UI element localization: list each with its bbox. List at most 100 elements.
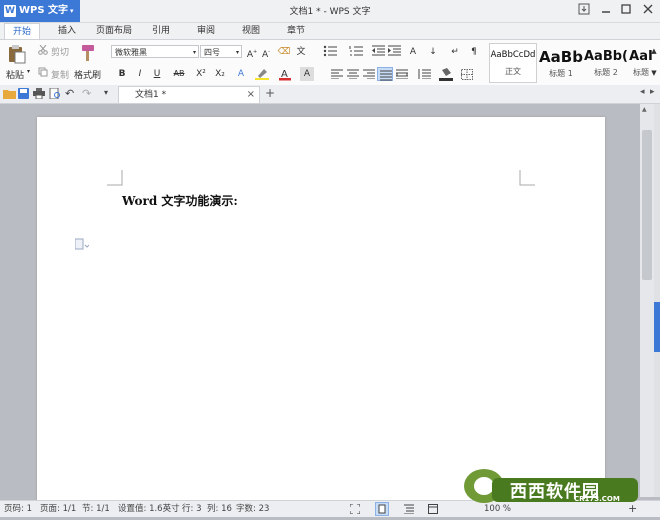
page-view-icon[interactable] (375, 502, 389, 516)
scrollbar-thumb[interactable] (642, 130, 652, 280)
new-tab-icon[interactable]: + (265, 86, 275, 100)
font-size-value: 四号 (204, 48, 220, 57)
pinyin-icon[interactable]: 文 (294, 45, 308, 59)
style-sample: AaBb (539, 48, 583, 66)
close-tab-icon[interactable]: × (247, 87, 255, 103)
document-tab-name: 文档1 * (135, 90, 167, 100)
clear-format-icon[interactable]: ⌫ (277, 45, 291, 59)
vertical-scrollbar[interactable]: ▲ (640, 104, 654, 497)
status-col: 列: 16 (207, 504, 232, 514)
char-shading-icon[interactable]: A (300, 67, 314, 81)
grow-font-icon[interactable]: A+ (245, 45, 259, 60)
increase-indent-icon[interactable] (387, 45, 401, 60)
distributed-align-icon[interactable] (396, 69, 408, 82)
tab-view[interactable]: 视图 (236, 23, 266, 39)
highlight-icon[interactable] (255, 68, 269, 80)
window-title: 文档1 * - WPS 文字 (289, 7, 371, 17)
document-page[interactable]: Word 文字功能演示: (37, 117, 605, 507)
chinese-layout-icon[interactable]: A (406, 45, 420, 59)
paste-button[interactable]: 粘贴 (6, 68, 24, 81)
margin-corner-top-left (107, 170, 123, 186)
document-heading[interactable]: Word 文字功能演示: (122, 192, 238, 209)
copy-icon[interactable] (38, 67, 48, 80)
align-left-icon[interactable] (331, 69, 343, 82)
cut-button[interactable]: 剪切 (51, 45, 69, 58)
web-view-icon[interactable] (428, 504, 438, 520)
tab-chapter[interactable]: 章节 (281, 23, 311, 39)
shading-icon[interactable] (439, 67, 453, 84)
tab-review[interactable]: 审阅 (191, 23, 221, 39)
scroll-down-icon[interactable]: ▼ (649, 66, 659, 80)
tab-scroll-left-icon[interactable]: ◂ (640, 87, 645, 97)
chevron-down-icon: ▾ (192, 49, 196, 56)
shrink-font-icon[interactable]: A- (259, 45, 273, 60)
line-spacing-icon[interactable] (417, 69, 431, 82)
restore-ribbon-icon[interactable] (576, 3, 592, 19)
italic-icon[interactable]: I (133, 67, 147, 81)
font-size-select[interactable]: 四号 ▾ (200, 45, 242, 58)
ribbon-home: 粘贴 ▾ 剪切 复制 格式刷 微软雅黑 ▾ 四号 ▾ A+ A- ⌫ 文 B I U… (0, 39, 660, 86)
decrease-indent-icon[interactable] (371, 45, 385, 60)
customize-toolbar-icon[interactable]: ▾ (104, 88, 108, 97)
save-icon[interactable] (18, 88, 29, 102)
print-preview-icon[interactable] (49, 87, 61, 102)
ribbon-tabs: 开始 插入 页面布局 引用 审阅 视图 章节 (0, 23, 660, 40)
style-normal[interactable]: AaBbCcDd 正文 (489, 43, 537, 83)
style-label: 正文 (505, 67, 521, 76)
subscript-icon[interactable]: X₂ (213, 67, 227, 81)
document-tab[interactable]: 文档1 * × (118, 86, 260, 103)
paragraph-hint-icon[interactable] (75, 238, 89, 250)
align-right-icon[interactable] (363, 69, 375, 82)
fullscreen-view-icon[interactable] (349, 503, 361, 520)
tab-insert[interactable]: 插入 (50, 23, 84, 39)
style-heading-2[interactable]: AaBb( 标题 2 (583, 43, 629, 83)
side-panel-strip (654, 104, 660, 497)
tab-page-layout[interactable]: 页面布局 (92, 23, 136, 39)
numbered-list-icon[interactable] (349, 45, 363, 60)
watermark-logo: 西西软件园 CR173.COM (462, 466, 640, 504)
style-heading-1[interactable]: AaBb 标题 1 (538, 43, 584, 83)
format-painter-icon[interactable] (80, 44, 96, 67)
paste-icon[interactable] (6, 44, 30, 64)
paragraph-mark-icon[interactable]: ¶ (467, 45, 481, 59)
chevron-down-icon: ▾ (235, 49, 239, 56)
scroll-up-icon[interactable]: ▲ (649, 44, 659, 58)
bold-icon[interactable]: B (115, 67, 129, 81)
borders-icon[interactable] (461, 69, 473, 83)
text-effect-icon[interactable]: A (234, 67, 248, 81)
outline-view-icon[interactable] (404, 504, 414, 520)
align-center-icon[interactable] (347, 69, 359, 82)
style-sample: AaBb( (584, 49, 628, 64)
tab-references[interactable]: 引用 (146, 23, 176, 39)
status-position: 设置值: 1.6英寸 (118, 504, 180, 514)
format-painter-button[interactable]: 格式刷 (74, 68, 101, 81)
status-char-count: 字数: 23 (236, 504, 270, 514)
minimize-icon[interactable] (598, 3, 614, 19)
open-folder-icon[interactable] (3, 88, 16, 102)
maximize-icon[interactable] (618, 3, 634, 19)
superscript-icon[interactable]: X² (194, 67, 208, 81)
side-panel-toggle[interactable] (654, 302, 660, 352)
scissors-icon[interactable] (38, 44, 48, 58)
font-name-value: 微软雅黑 (115, 48, 147, 57)
print-icon[interactable] (33, 88, 45, 102)
style-label: 标题 2 (594, 68, 618, 77)
watermark-url: CR173.COM (574, 495, 620, 503)
scroll-up-icon[interactable]: ▲ (642, 106, 647, 113)
paste-dropdown-icon[interactable]: ▾ (27, 68, 30, 75)
tab-home[interactable]: 开始 (4, 23, 40, 40)
strikethrough-icon[interactable]: AB (172, 67, 186, 81)
close-icon[interactable] (640, 3, 656, 19)
copy-button[interactable]: 复制 (51, 68, 69, 81)
font-color-icon[interactable]: A (278, 67, 292, 81)
underline-icon[interactable]: U (150, 67, 164, 81)
show-marks-icon[interactable]: ↵ (448, 45, 462, 59)
undo-icon[interactable]: ↶ (65, 87, 74, 100)
justify-icon[interactable] (377, 67, 393, 81)
sort-icon[interactable]: ↓ (426, 45, 440, 59)
style-label: 标题 1 (549, 69, 573, 78)
redo-icon[interactable]: ↷ (82, 87, 91, 100)
tab-scroll-right-icon[interactable]: ▸ (650, 87, 655, 97)
font-name-select[interactable]: 微软雅黑 ▾ (111, 45, 199, 58)
bullet-list-icon[interactable] (323, 45, 337, 60)
